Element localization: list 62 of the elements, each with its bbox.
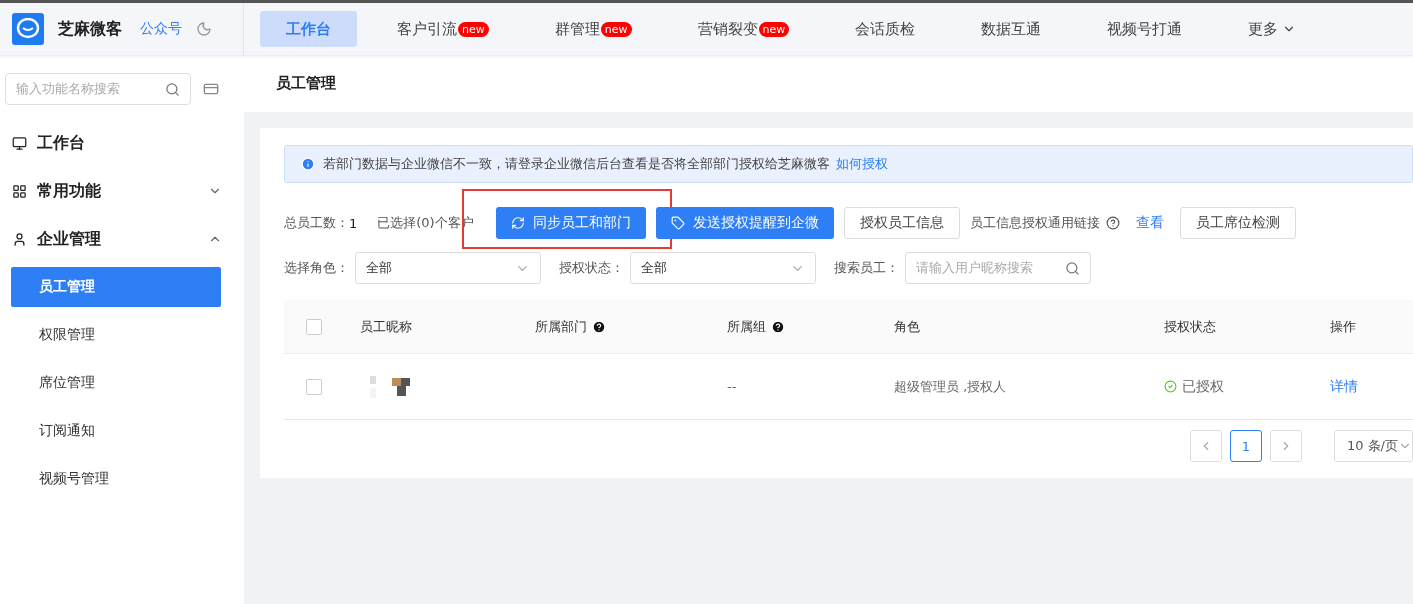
sidebar-subitem[interactable]: 席位管理	[11, 363, 221, 403]
sidebar-subitem[interactable]: 员工管理	[11, 267, 221, 307]
sidebar-item[interactable]: 企业管理	[0, 215, 244, 263]
filter-label: 授权状态：	[559, 259, 624, 277]
checkbox[interactable]	[306, 378, 322, 395]
action-button[interactable]: 授权员工信息	[843, 207, 960, 239]
page-title: 员工管理	[244, 55, 1413, 112]
total-count: 1	[349, 215, 358, 231]
refresh-icon	[510, 216, 525, 230]
table-cell: --	[727, 379, 737, 394]
column-header: 所属部门	[535, 317, 587, 336]
action-button[interactable]: 同步员工和部门	[495, 207, 646, 239]
account-link[interactable]: 公众号	[140, 20, 182, 38]
details-link[interactable]: 详情	[1330, 377, 1358, 396]
link-label: 员工信息授权通用链接	[969, 214, 1100, 232]
action-button[interactable]: 员工席位检测	[1179, 207, 1296, 239]
nav-tab[interactable]: 数据互通	[955, 11, 1068, 47]
next-page-button[interactable]	[1269, 430, 1302, 462]
moon-icon[interactable]	[196, 21, 212, 37]
help-icon[interactable]	[1105, 216, 1120, 230]
new-badge: new	[758, 21, 790, 37]
nav-tab[interactable]: 群管理 new	[528, 11, 658, 47]
search-icon	[1065, 260, 1080, 276]
sidebar-item[interactable]: 工作台	[0, 119, 244, 167]
sidebar-subitem[interactable]: 订阅通知	[11, 411, 221, 451]
checkbox[interactable]	[306, 318, 322, 335]
nav-tab[interactable]: 会话质检	[829, 11, 942, 47]
check-circle-icon	[1164, 380, 1177, 393]
column-header: 操作	[1330, 317, 1356, 336]
filter-label: 搜索员工：	[834, 259, 899, 277]
select-field[interactable]: 全部	[630, 252, 816, 284]
total-label: 总员工数：	[284, 214, 349, 232]
sidebar-subitem[interactable]: 视频号管理	[11, 459, 221, 499]
notice-text: 若部门数据与企业微信不一致，请登录企业微信后台查看是否将全部部门授权给芝麻微客 如何授权	[323, 155, 888, 173]
tag-icon	[670, 216, 685, 230]
prev-page-button[interactable]	[1189, 430, 1222, 462]
page-size-select[interactable]: 10 条/页	[1333, 430, 1413, 462]
new-badge: new	[600, 21, 632, 37]
info-icon	[301, 157, 315, 171]
nav-tab[interactable]: 视频号打通	[1081, 11, 1209, 47]
nav-tab[interactable]: 营销裂变 new	[671, 11, 816, 47]
nav-tab[interactable]: 客户引流 new	[371, 11, 515, 47]
card-icon[interactable]	[203, 81, 219, 97]
column-header: 员工昵称	[360, 317, 412, 336]
app-logo-icon	[12, 13, 44, 45]
column-header: 角色	[894, 317, 920, 336]
page-button[interactable]: 1	[1229, 430, 1262, 462]
search-icon	[165, 81, 180, 97]
column-header: 所属组	[727, 317, 766, 336]
column-header: 授权状态	[1164, 317, 1216, 336]
app-name: 芝麻微客	[58, 18, 122, 40]
view-link[interactable]: 查看	[1135, 214, 1164, 232]
table-cell: 超级管理员 ,授权人	[894, 377, 1007, 396]
sidebar-item[interactable]: 常用功能	[0, 167, 244, 215]
sidebar-subitem[interactable]: 权限管理	[11, 315, 221, 355]
new-badge: new	[458, 21, 489, 37]
action-button[interactable]: 发送授权提醒到企微	[655, 207, 834, 239]
help-link[interactable]: 如何授权	[836, 156, 888, 171]
filter-label: 选择角色：	[284, 259, 349, 277]
select-field[interactable]: 全部	[355, 252, 541, 284]
nav-tab[interactable]: 更多	[1222, 11, 1323, 47]
status-text: 已授权	[1182, 377, 1224, 396]
